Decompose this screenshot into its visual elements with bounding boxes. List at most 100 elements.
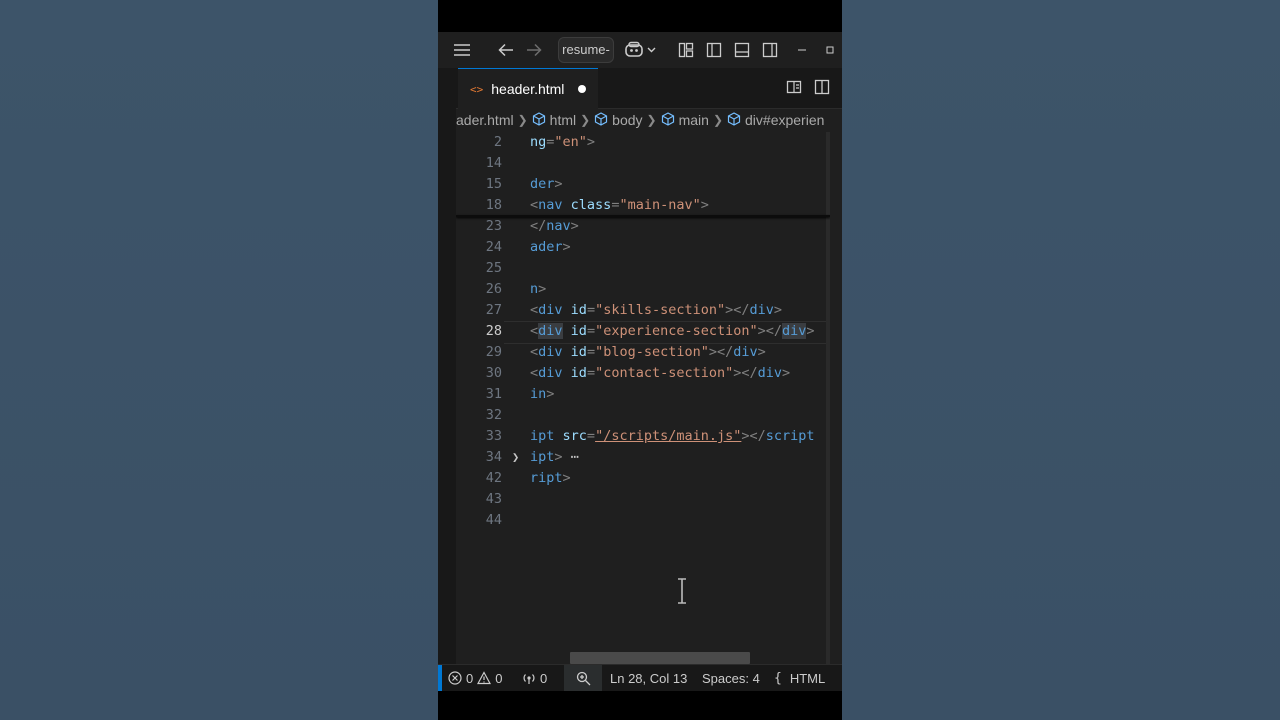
code-line[interactable]: 32 — [456, 405, 830, 426]
command-center-search[interactable]: resume- — [558, 37, 614, 63]
sidebar-left-icon[interactable] — [704, 39, 724, 61]
code-token: = — [586, 323, 596, 339]
code-text: in> — [530, 384, 554, 405]
code-line[interactable]: 27 <div id="skills-section"></div> — [456, 300, 830, 321]
code-token: "skills-section" — [595, 302, 726, 318]
code-line[interactable]: 25 — [456, 258, 830, 279]
unsaved-dot-icon[interactable] — [578, 85, 586, 93]
code-token: < — [530, 197, 539, 213]
code-line[interactable]: 18 <nav class="main-nav"> — [456, 195, 830, 216]
code-token: ></ — [708, 344, 734, 360]
menu-icon[interactable] — [452, 39, 472, 61]
code-token: "main-nav" — [619, 197, 701, 213]
code-token: > — [806, 323, 815, 339]
code-text: <div id="blog-section"></div> — [530, 342, 766, 363]
maximize-icon[interactable] — [822, 39, 838, 61]
line-number: 28 — [485, 323, 502, 339]
chevron-right-icon: ❯ — [580, 113, 591, 127]
code-line[interactable]: 34 ❯ ipt> ⋯ — [456, 447, 830, 468]
fold-chevron-icon[interactable]: ❯ — [512, 447, 519, 468]
code-line[interactable]: 2 ng="en"> — [456, 132, 830, 153]
zoom-icon[interactable] — [564, 665, 602, 691]
code-token: div — [538, 302, 563, 318]
cursor-position[interactable]: Ln 28, Col 13 — [610, 665, 687, 691]
code-token: class — [570, 197, 612, 213]
layout-icon[interactable] — [676, 39, 696, 61]
code-line[interactable]: 43 — [456, 489, 830, 510]
code-editor[interactable]: 2 ng="en"> 14 15 der> 18 < nav class = "main-nav"… — [456, 132, 830, 664]
code-line[interactable]: 28 <div id="experience-section"></div> — [456, 321, 830, 342]
braces-icon: { — [774, 670, 782, 686]
code-token: nav — [546, 218, 571, 234]
code-line[interactable]: 29 <div id="blog-section"></div> — [456, 342, 830, 363]
breadcrumb-item-body[interactable]: body — [612, 112, 642, 128]
code-line[interactable]: 31 in> — [456, 384, 830, 405]
code-text: <div id="contact-section"></div> — [530, 363, 790, 384]
code-token: > — [562, 470, 571, 486]
breadcrumb-item-div[interactable]: div#experien — [745, 112, 824, 128]
code-line[interactable]: 24 ader> — [456, 237, 830, 258]
code-token: > — [546, 386, 555, 402]
code-line[interactable]: 14 — [456, 153, 830, 174]
code-token: > — [570, 218, 579, 234]
code-line[interactable]: 15 der> — [456, 174, 830, 195]
split-editor-icon[interactable] — [812, 76, 832, 98]
code-token: in — [530, 386, 547, 402]
line-number: 34 — [485, 449, 502, 465]
code-token: = — [586, 365, 596, 381]
code-text: ipt> ⋯ — [530, 447, 579, 468]
broadcast-icon — [523, 674, 535, 684]
sidebar-right-icon[interactable] — [760, 39, 780, 61]
code-token: ng — [530, 134, 547, 150]
line-number: 27 — [485, 302, 502, 318]
code-line[interactable]: 23 </nav> — [456, 216, 830, 237]
copilot-icon[interactable] — [624, 39, 658, 61]
panel-bottom-icon[interactable] — [732, 39, 752, 61]
code-token: div — [538, 365, 563, 381]
remote-indicator[interactable] — [438, 665, 442, 691]
ports-indicator[interactable]: 0 — [522, 665, 547, 691]
code-line[interactable]: 44 — [456, 510, 830, 531]
horizontal-scrollbar[interactable] — [570, 652, 750, 664]
line-number: 31 — [485, 386, 502, 402]
line-number: 18 — [485, 197, 502, 213]
code-line[interactable]: 42 ript> — [456, 468, 830, 489]
breadcrumb-item-file[interactable]: ader.html — [456, 112, 514, 128]
code-token: ></ — [725, 302, 750, 318]
cube-icon — [532, 111, 546, 129]
error-icon — [448, 671, 462, 685]
chevron-right-icon: ❯ — [517, 113, 528, 127]
back-arrow-icon[interactable] — [496, 39, 516, 61]
code-token: "contact-section" — [595, 365, 734, 381]
title-bar: resume- — [438, 32, 842, 68]
breadcrumb: ader.html ❯ html ❯ body ❯ main ❯ div#exp… — [456, 108, 842, 132]
language-mode[interactable]: { HTML — [774, 665, 825, 691]
indentation-setting[interactable]: Spaces: 4 — [702, 665, 760, 691]
code-token: > — [757, 344, 766, 360]
code-line[interactable]: 30 <div id="contact-section"></div> — [456, 363, 830, 384]
code-text: ng="en"> — [530, 132, 595, 153]
forward-arrow-icon[interactable] — [524, 39, 544, 61]
activity-bar-edge — [438, 108, 456, 664]
cube-icon — [594, 111, 608, 129]
mouse-ibeam-cursor-icon — [676, 578, 688, 604]
code-token: div — [538, 323, 563, 339]
breadcrumb-item-html[interactable]: html — [550, 112, 576, 128]
code-token: id — [570, 323, 587, 339]
open-preview-icon[interactable] — [784, 76, 804, 98]
code-token: "/scripts/main.js" — [595, 428, 742, 444]
code-token: div — [782, 323, 807, 339]
minimize-icon[interactable] — [794, 39, 810, 61]
chevron-right-icon: ❯ — [646, 113, 657, 127]
code-token: der — [530, 176, 555, 192]
code-line[interactable]: 33 ipt src="/scripts/main.js"></script — [456, 426, 830, 447]
tab-header-html[interactable]: <> header.html — [458, 68, 598, 109]
code-line[interactable]: 26 n> — [456, 279, 830, 300]
code-token: div — [733, 344, 758, 360]
breadcrumb-item-main[interactable]: main — [679, 112, 709, 128]
problems-indicator[interactable]: 0 0 — [448, 665, 502, 691]
code-token: > — [773, 302, 783, 318]
code-token: > — [562, 239, 571, 255]
